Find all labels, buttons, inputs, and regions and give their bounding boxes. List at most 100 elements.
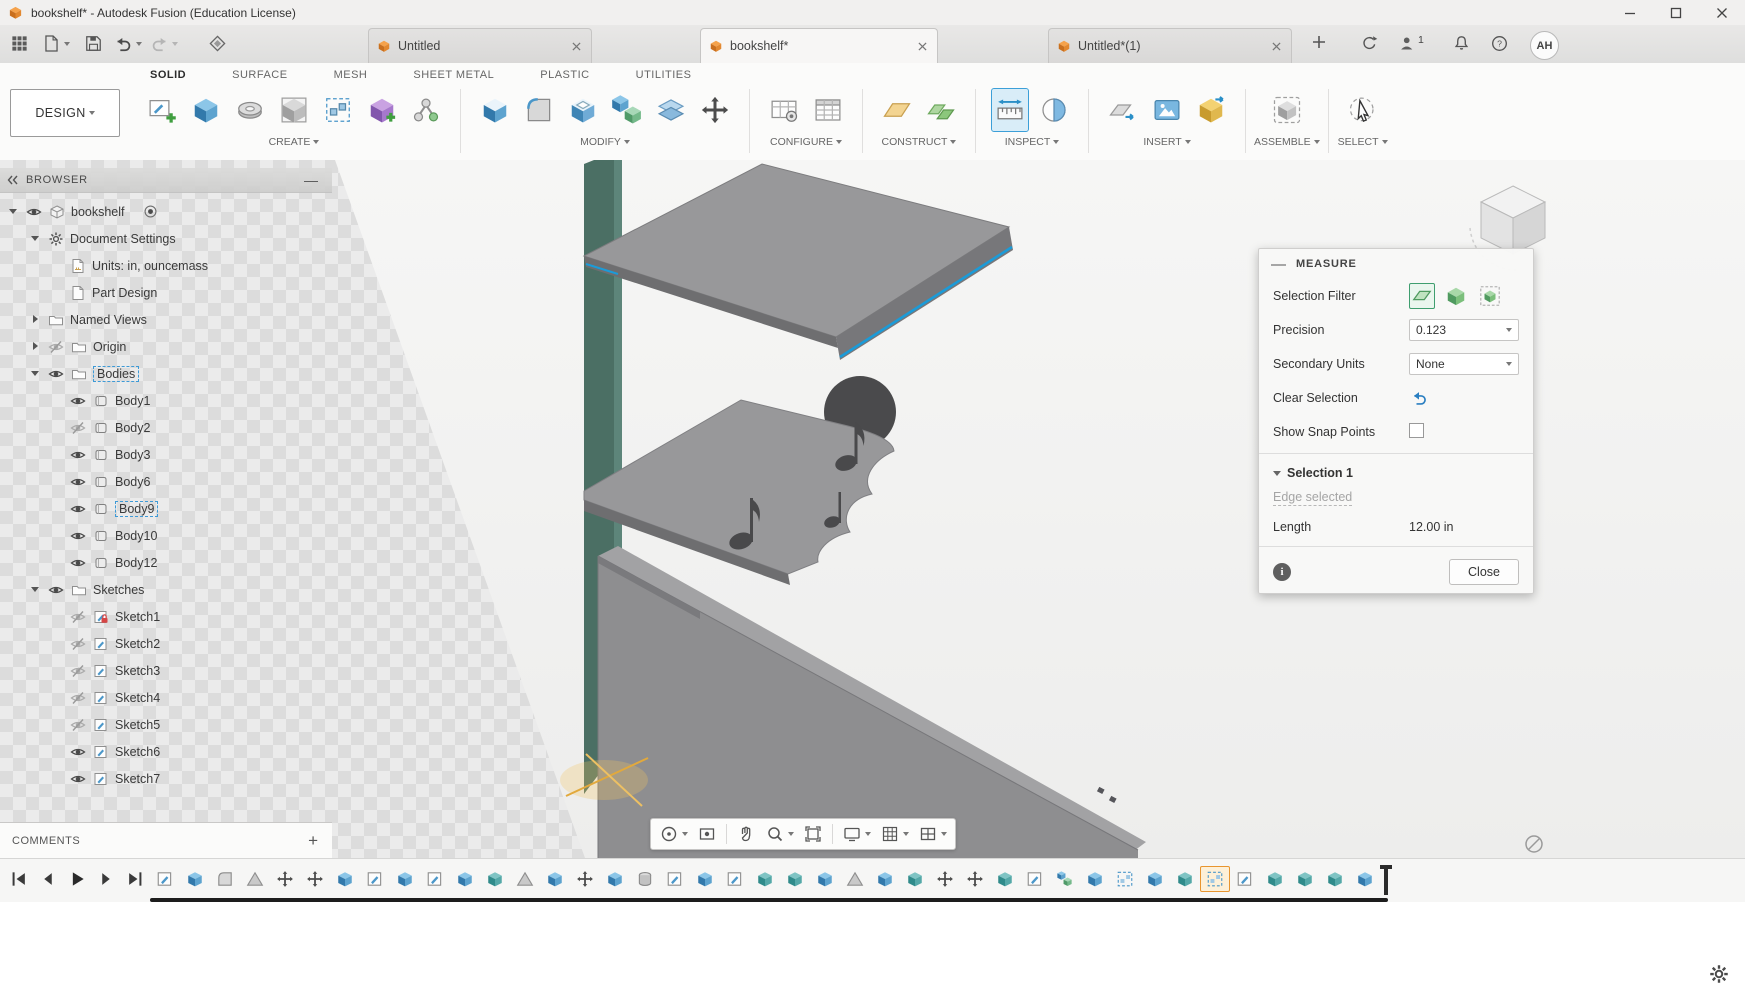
- document-tab-untitled[interactable]: Untitled: [368, 28, 592, 63]
- visibility-toggle-eye-icon[interactable]: [69, 393, 86, 409]
- browser-row-sketch7[interactable]: Sketch7: [0, 765, 332, 792]
- timeline-feature-loft[interactable]: [510, 866, 540, 892]
- app-menu-icon[interactable]: [10, 34, 29, 53]
- browser-item-label[interactable]: Sketch4: [115, 691, 160, 705]
- nav-pan-button[interactable]: [736, 824, 756, 844]
- timeline-feature-extrude[interactable]: [540, 866, 570, 892]
- timeline-feature-extrude[interactable]: [600, 866, 630, 892]
- timeline-feature-pattern[interactable]: [1200, 866, 1230, 892]
- visibility-toggle-eye-icon[interactable]: [69, 744, 86, 760]
- nav-display-settings-button[interactable]: [842, 824, 871, 844]
- visibility-toggle-eye-off-icon[interactable]: [69, 609, 86, 625]
- timeline-feature-combine[interactable]: [1050, 866, 1080, 892]
- chevron-down-icon[interactable]: [8, 206, 19, 217]
- extensions-icon[interactable]: [208, 34, 227, 53]
- visibility-toggle-eye-icon[interactable]: [47, 582, 64, 598]
- timeline-feature-pattern[interactable]: [1110, 866, 1140, 892]
- ribbon-group-label-construct[interactable]: CONSTRUCT: [882, 136, 957, 148]
- workspace-switcher[interactable]: DESIGN: [10, 89, 120, 137]
- ribbon-group-label-select[interactable]: SELECT: [1338, 136, 1388, 148]
- browser-row-body10[interactable]: Body10: [0, 522, 332, 549]
- select-tool-button[interactable]: [1345, 89, 1381, 131]
- timeline-feature-sketch[interactable]: [150, 866, 180, 892]
- add-comment-button[interactable]: +: [308, 831, 318, 851]
- section-analysis-tool-button[interactable]: [1036, 89, 1072, 131]
- ribbon-group-label-insert[interactable]: INSERT: [1143, 136, 1191, 148]
- primitive-box-tool-button[interactable]: [276, 89, 312, 131]
- ribbon-tab-utilities[interactable]: UTILITIES: [634, 66, 694, 84]
- browser-item-label[interactable]: Sketch1: [115, 610, 160, 624]
- decal-tool-button[interactable]: [1149, 89, 1185, 131]
- joint-origin-tool-button[interactable]: [408, 89, 444, 131]
- ribbon-tab-mesh[interactable]: MESH: [332, 66, 370, 84]
- timeline-feature-box[interactable]: [1260, 866, 1290, 892]
- timeline-scrubber[interactable]: [1380, 865, 1392, 895]
- press-pull-tool-button[interactable]: [477, 89, 513, 131]
- browser-item-label[interactable]: Body3: [115, 448, 150, 462]
- browser-item-label[interactable]: Body2: [115, 421, 150, 435]
- browser-row-body1[interactable]: Body1: [0, 387, 332, 414]
- visibility-toggle-eye-off-icon[interactable]: [69, 636, 86, 652]
- browser-item-label[interactable]: bookshelf: [71, 205, 125, 219]
- offset-plane-tool-button[interactable]: [879, 89, 915, 131]
- activate-component-radio[interactable]: [143, 204, 158, 219]
- timeline-feature-loft[interactable]: [840, 866, 870, 892]
- timeline-feature-extrude[interactable]: [690, 866, 720, 892]
- user-avatar[interactable]: AH: [1530, 31, 1559, 60]
- browser-item-label[interactable]: Body6: [115, 475, 150, 489]
- timeline-feature-box[interactable]: [990, 866, 1020, 892]
- tab-close-icon[interactable]: [1270, 40, 1283, 53]
- browser-row-body9[interactable]: Body9: [0, 495, 332, 522]
- timeline-feature-extrude[interactable]: [1080, 866, 1110, 892]
- timeline-feature-extrude[interactable]: [810, 866, 840, 892]
- nav-fit-button[interactable]: [803, 824, 823, 844]
- insert-mesh-tool-button[interactable]: [1193, 89, 1229, 131]
- ribbon-tab-sheet-metal[interactable]: SHEET METAL: [411, 66, 496, 84]
- chevron-down-icon[interactable]: [30, 584, 41, 595]
- browser-item-label[interactable]: Body12: [115, 556, 157, 570]
- close-button[interactable]: [1699, 0, 1745, 25]
- ribbon-group-label-assemble[interactable]: ASSEMBLE: [1254, 136, 1320, 148]
- visibility-toggle-eye-icon[interactable]: [25, 204, 42, 220]
- timeline-feature-move[interactable]: [270, 866, 300, 892]
- timeline-feature-fillet[interactable]: [210, 866, 240, 892]
- insert-derive-tool-button[interactable]: [1105, 89, 1141, 131]
- notifications-icon[interactable]: [1452, 34, 1471, 53]
- browser-row-body12[interactable]: Body12: [0, 549, 332, 576]
- nav-zoom-button[interactable]: [765, 824, 794, 844]
- clear-selection-undo-icon[interactable]: [1409, 388, 1429, 408]
- tab-close-icon[interactable]: [916, 40, 929, 53]
- visibility-toggle-eye-icon[interactable]: [69, 447, 86, 463]
- timeline-feature-extrude[interactable]: [870, 866, 900, 892]
- browser-row-sketch6[interactable]: Sketch6: [0, 738, 332, 765]
- timeline-step-forward-button[interactable]: [95, 867, 117, 891]
- move-copy-tool-button[interactable]: [697, 89, 733, 131]
- maximize-button[interactable]: [1653, 0, 1699, 25]
- ribbon-group-label-configure[interactable]: CONFIGURE: [770, 136, 842, 148]
- selection-section-header[interactable]: Selection 1: [1259, 458, 1533, 488]
- browser-item-label[interactable]: Bodies: [93, 365, 140, 382]
- chevron-right-icon[interactable]: [30, 341, 41, 352]
- chevron-right-icon[interactable]: [30, 314, 41, 325]
- job-status-icon[interactable]: [1360, 34, 1379, 53]
- browser-row-sketch4[interactable]: Sketch4: [0, 684, 332, 711]
- browser-row-body6[interactable]: Body6: [0, 468, 332, 495]
- new-component-tool-button[interactable]: [1269, 89, 1305, 131]
- browser-item-label[interactable]: Sketch6: [115, 745, 160, 759]
- configuration-table-tool-button[interactable]: [810, 89, 846, 131]
- browser-item-label[interactable]: Origin: [93, 340, 126, 354]
- browser-item-label[interactable]: Sketch7: [115, 772, 160, 786]
- chevron-down-icon[interactable]: [30, 368, 41, 379]
- rectangular-pattern-tool-button[interactable]: [320, 89, 356, 131]
- document-tab-bookshelf[interactable]: bookshelf*: [700, 28, 938, 63]
- timeline-feature-sketch[interactable]: [660, 866, 690, 892]
- timeline-feature-extrude[interactable]: [1140, 866, 1170, 892]
- visibility-toggle-eye-icon[interactable]: [69, 771, 86, 787]
- timeline-feature-move[interactable]: [960, 866, 990, 892]
- revolve-tool-button[interactable]: [232, 89, 268, 131]
- browser-row-sketch2[interactable]: Sketch2: [0, 630, 332, 657]
- browser-row-part-design[interactable]: Part Design: [0, 279, 332, 306]
- timeline-feature-extrude[interactable]: [1350, 866, 1380, 892]
- ribbon-tab-surface[interactable]: SURFACE: [230, 66, 289, 84]
- timeline-feature-sketch[interactable]: [1020, 866, 1050, 892]
